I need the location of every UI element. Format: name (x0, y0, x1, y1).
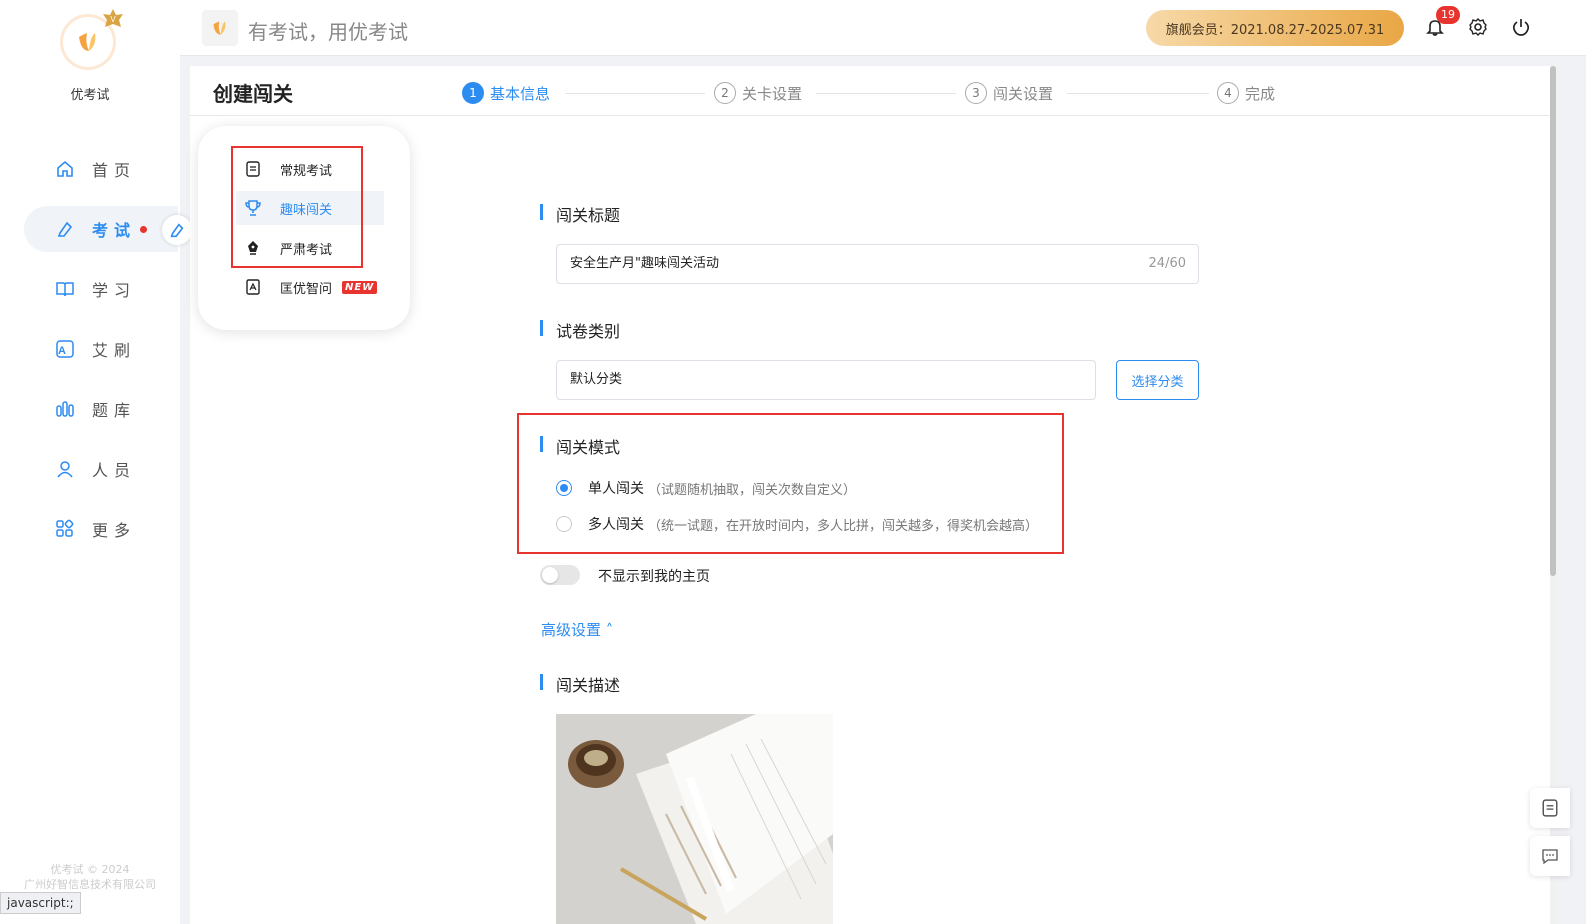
sidebar-item-label: 考试 (92, 221, 137, 240)
toggle-label: 不显示到我的主页 (598, 569, 710, 585)
vip-crown-icon: V (103, 9, 123, 27)
choose-category-button[interactable]: 选择分类 (1116, 360, 1199, 400)
page-title: 创建闯关 (213, 82, 293, 106)
brand-icon (202, 10, 238, 46)
step-finish[interactable]: 4 完成 (1217, 82, 1275, 104)
more-icon (54, 518, 76, 540)
top-header: 有考试，用优考试 旗舰会员：2021.08.27-2025.07.31 (180, 0, 1586, 56)
sidebar-item-study[interactable]: 学习 (24, 266, 178, 312)
svg-text:A: A (58, 345, 72, 357)
brand-icon (79, 33, 96, 51)
section-title-description: 闯关描述 (540, 672, 620, 696)
sidebar-item-home[interactable]: 首页 (24, 146, 178, 192)
a-icon: A (54, 338, 76, 360)
svg-text:V: V (110, 15, 116, 24)
advanced-settings-link[interactable]: 高级设置 ˄ (541, 619, 613, 640)
char-count: 24/60 (1148, 256, 1186, 271)
notebook-photo (556, 714, 833, 924)
section-title-category: 试卷类别 (540, 318, 620, 342)
step-basic-info[interactable]: 1 基本信息 (462, 82, 550, 104)
notification-badge: 19 (1436, 6, 1460, 24)
sidebar-item-label: 首页 (92, 161, 137, 180)
section-title-challenge-title: 闯关标题 (540, 202, 620, 226)
new-dot (140, 225, 148, 233)
sidebar-item-more[interactable]: 更多 (24, 506, 178, 552)
new-tag: NEW (342, 280, 378, 294)
gear-icon[interactable] (1467, 16, 1489, 38)
sidebar-item-label: 学习 (92, 281, 137, 300)
exam-icon (54, 218, 76, 240)
user-icon (54, 458, 76, 480)
app-logo[interactable]: V (60, 9, 123, 74)
page-header: 创建闯关 1 基本信息 2 关卡设置 3 闯关设置 4 完成 (190, 66, 1550, 116)
hide-from-homepage-toggle[interactable] (540, 565, 580, 585)
sidebar: V 优考试 首页 考试 学习 A 艾刷 题库 人员 更多 优考试 © 2024 … (0, 0, 180, 924)
sidebar-item-label: 人员 (92, 461, 137, 480)
member-badge[interactable]: 旗舰会员：2021.08.27-2025.07.31 (1146, 10, 1404, 46)
description-image[interactable] (556, 714, 833, 924)
status-bar-url: javascript:; (0, 892, 81, 914)
app-name: 优考试 (70, 88, 110, 103)
step-divider (1067, 93, 1209, 94)
chat-float-icon[interactable] (1530, 836, 1570, 876)
sidebar-item-label: 更多 (92, 521, 137, 540)
copyright: 优考试 © 2024 广州好智信息技术有限公司 (24, 863, 156, 891)
exam-quick-icon[interactable] (162, 215, 192, 245)
power-icon[interactable] (1510, 16, 1532, 38)
highlight-box-mode (517, 413, 1064, 554)
sidebar-item-people[interactable]: 人员 (24, 446, 178, 492)
step-challenge-settings[interactable]: 3 闯关设置 (965, 82, 1053, 104)
sidebar-item-aishua[interactable]: A 艾刷 (24, 326, 178, 372)
sidebar-item-label: 艾刷 (92, 341, 137, 360)
ai-doc-icon (244, 278, 262, 296)
step-divider (816, 93, 956, 94)
highlight-box-menu (231, 146, 363, 268)
sidebar-item-bank[interactable]: 题库 (24, 386, 178, 432)
menu-item-ai-ask[interactable]: 匡优智问 NEW (240, 270, 410, 304)
step-level-settings[interactable]: 2 关卡设置 (714, 82, 802, 104)
bank-icon (54, 398, 76, 420)
book-icon (54, 278, 76, 300)
step-divider (565, 93, 705, 94)
category-input[interactable]: 默认分类 (556, 360, 1096, 400)
slogan: 有考试，用优考试 (248, 20, 408, 44)
sidebar-item-label: 题库 (92, 401, 137, 420)
title-input[interactable]: 安全生产月"趣味闯关活动 24/60 (556, 244, 1199, 284)
sidebar-item-exam[interactable]: 考试 (24, 206, 178, 252)
document-float-icon[interactable] (1530, 788, 1570, 828)
home-icon (54, 158, 76, 180)
scrollbar-thumb[interactable] (1550, 66, 1556, 576)
